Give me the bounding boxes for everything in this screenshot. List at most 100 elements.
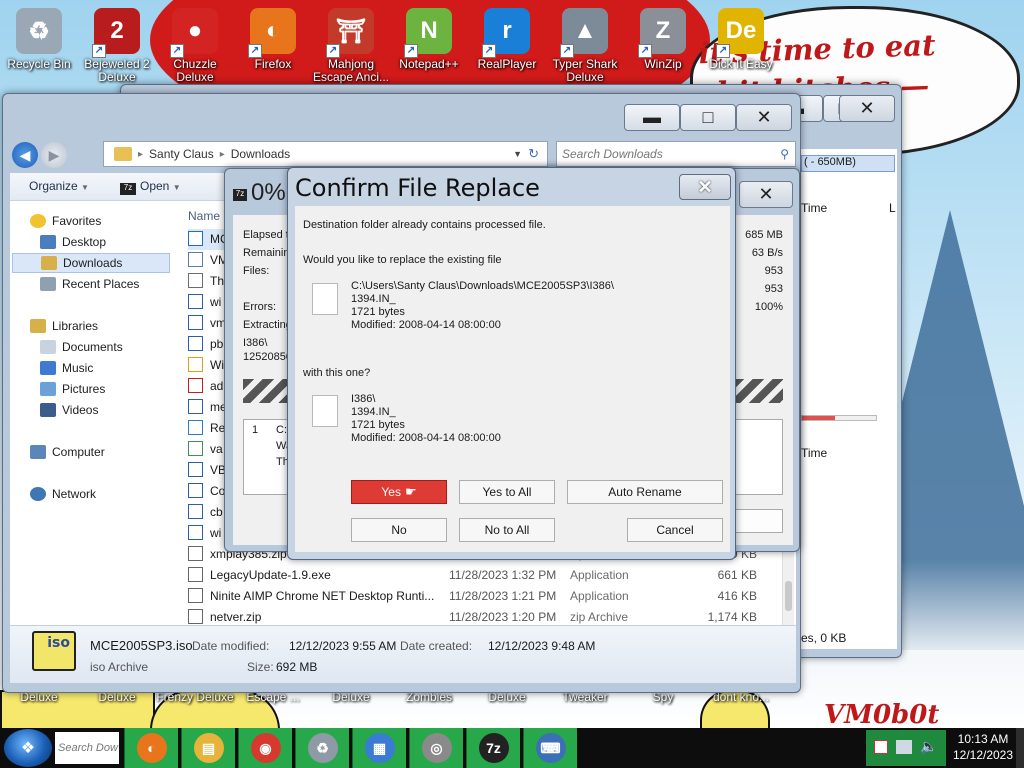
clock-date: 12/12/2023 xyxy=(952,748,1014,762)
taskbar-app-button[interactable]: ♻ xyxy=(295,728,349,768)
system-tray: 🔈 xyxy=(866,730,946,766)
status-footer: es, 0 KB xyxy=(801,631,847,645)
clock[interactable]: 10:13 AM 12/12/2023 xyxy=(944,731,1022,763)
file-icon xyxy=(188,315,203,330)
taskbar-app-button[interactable]: ◎ xyxy=(409,728,463,768)
network-tray-icon[interactable] xyxy=(896,740,912,754)
yes-to-all-button[interactable]: Yes to All xyxy=(459,480,555,504)
search-icon[interactable]: ⚲ xyxy=(780,147,789,161)
cancel-button[interactable]: Cancel xyxy=(627,518,723,542)
close-button[interactable]: ✕ xyxy=(736,104,792,131)
address-bar[interactable]: ▸ Santy Claus ▸ Downloads ▼ ↻ xyxy=(103,141,548,167)
close-button[interactable]: ✕ xyxy=(839,95,895,122)
progress-label: Extracting xyxy=(243,319,292,331)
minimize-button[interactable]: ▬ xyxy=(624,104,680,131)
nav-desktop[interactable]: Desktop xyxy=(40,232,200,252)
file-name: LegacyUpdate-1.9.exe xyxy=(210,568,331,582)
nav-downloads[interactable]: Downloads xyxy=(12,253,170,273)
no-button[interactable]: No xyxy=(351,518,447,542)
desktop-shortcut[interactable]: ● ↗ Chuzzle Deluxe xyxy=(156,6,234,88)
desktop-shortcut[interactable]: 2 ↗ Bejeweled 2 Deluxe xyxy=(78,6,156,88)
taskbar-app-button[interactable]: ◐ xyxy=(124,728,178,768)
column-header-name[interactable]: Name xyxy=(188,209,220,223)
progress-percent: 0% xyxy=(251,179,286,206)
breadcrumb-santy-claus[interactable]: Santy Claus xyxy=(143,147,220,161)
action-center-icon[interactable] xyxy=(874,740,888,754)
dialog-question: Would you like to replace the existing f… xyxy=(303,254,502,266)
selected-file-type: iso Archive xyxy=(90,660,149,674)
desktop-shortcut-label: Notepad++ xyxy=(399,57,459,71)
search-input[interactable]: Search Downloads ⚲ xyxy=(556,141,796,167)
file-row[interactable]: MC xyxy=(188,229,229,250)
nav-music[interactable]: Music xyxy=(40,358,200,378)
file-icon xyxy=(188,399,203,414)
nav-computer[interactable]: Computer xyxy=(30,442,190,462)
desktop-shortcut[interactable]: N ↗ Notepad++ xyxy=(390,6,468,88)
auto-rename-button[interactable]: Auto Rename xyxy=(567,480,723,504)
progress-stripes-right xyxy=(733,379,783,403)
file-date: 11/28/2023 1:21 PM xyxy=(449,589,557,603)
back-button[interactable]: ◀ xyxy=(12,142,38,168)
incoming-file-modified: Modified: 2008-04-14 08:00:00 xyxy=(351,432,501,444)
taskbar-app-button[interactable]: ◉ xyxy=(238,728,292,768)
file-size: 416 KB xyxy=(717,589,757,603)
file-row[interactable]: Ninite AIMP Chrome NET Desktop Runti... 1… xyxy=(188,586,788,607)
taskbar-app-button[interactable]: ▤ xyxy=(181,728,235,768)
nav-documents[interactable]: Documents xyxy=(40,337,200,357)
file-row[interactable]: netver.zip 11/28/2023 1:20 PM zip Archive 1… xyxy=(188,607,788,625)
organize-button[interactable]: Organize ▼ xyxy=(29,179,89,193)
recycle-bin-icon: ♻ xyxy=(307,733,338,763)
close-icon: ✕ xyxy=(697,176,713,197)
desktop-shortcut[interactable]: ◐ ↗ Firefox xyxy=(234,6,312,88)
taskbar-app-button[interactable]: ▦ xyxy=(352,728,406,768)
nav-network[interactable]: Network xyxy=(30,484,190,504)
refresh-icon[interactable]: ↻ xyxy=(528,146,539,162)
nav-favorites[interactable]: Favorites xyxy=(30,211,190,231)
shortcut-arrow-icon: ↗ xyxy=(170,44,184,58)
show-desktop-button[interactable] xyxy=(1016,728,1024,768)
clock-time: 10:13 AM xyxy=(957,732,1009,746)
chevron-down-icon[interactable]: ▼ xyxy=(513,149,522,159)
desktop-shortcut[interactable]: ⛩ ↗ Mahjong Escape Anci... xyxy=(312,6,390,88)
firefox-icon: ◐ ↗ xyxy=(248,8,296,58)
file-name: va xyxy=(210,442,223,456)
nav-recent-places[interactable]: Recent Places xyxy=(40,274,200,294)
open-button[interactable]: 7z Open ▼ xyxy=(120,179,181,195)
taskbar-app-button[interactable]: 7z xyxy=(466,728,520,768)
desktop-shortcut[interactable]: ▲ ↗ Typer Shark Deluxe xyxy=(546,6,624,88)
file-date: 11/28/2023 1:32 PM xyxy=(449,568,557,582)
start-button[interactable]: ❖ xyxy=(4,729,52,767)
nav-libraries[interactable]: Libraries xyxy=(30,316,190,336)
forward-button[interactable]: ▶ xyxy=(41,142,67,168)
maximize-button[interactable]: □ xyxy=(680,104,736,131)
confirm-file-replace-dialog[interactable]: Confirm File Replace ✕ Destination folde… xyxy=(287,167,736,560)
7zip-icon: 7z xyxy=(120,183,136,195)
dialog-close-button[interactable]: ✕ xyxy=(679,174,731,200)
file-icon xyxy=(188,546,203,561)
7zip-icon: 7z xyxy=(478,733,509,763)
videos-icon xyxy=(40,403,56,417)
nav-videos[interactable]: Videos xyxy=(40,400,200,420)
desktop-shortcut[interactable]: Z ↗ WinZip xyxy=(624,6,702,88)
yes-button[interactable]: Yes ☛ xyxy=(351,480,447,504)
no-to-all-button[interactable]: No to All xyxy=(459,518,555,542)
column-l: L xyxy=(889,201,896,215)
nav-pictures[interactable]: Pictures xyxy=(40,379,200,399)
file-icon xyxy=(188,378,203,393)
breadcrumb-downloads[interactable]: Downloads xyxy=(225,147,296,161)
file-row[interactable]: LegacyUpdate-1.9.exe 11/28/2023 1:32 PM Ap… xyxy=(188,565,788,586)
scrollbar-thumb[interactable] xyxy=(785,581,792,611)
volume-icon[interactable]: 🔈 xyxy=(920,738,937,755)
desktop-shortcut-label: Recycle Bin xyxy=(7,57,71,71)
desktop-shortcut[interactable]: ♻ Recycle Bin xyxy=(0,6,78,88)
taskbar-app-button[interactable]: ⌨ xyxy=(523,728,577,768)
7zip-button[interactable] xyxy=(729,509,783,533)
iso-file-icon: iso xyxy=(32,631,76,671)
taskbar-search-input[interactable]: Search Dow xyxy=(55,732,119,764)
desktop-shortcut-label: Dick It Easy xyxy=(709,57,773,71)
shortcut-arrow-icon: ↗ xyxy=(92,44,106,58)
firefox-icon: ◐ xyxy=(136,733,167,763)
desktop-shortcut[interactable]: r ↗ RealPlayer xyxy=(468,6,546,88)
desktop-shortcut[interactable]: De ↗ Dick It Easy xyxy=(702,6,780,88)
close-button[interactable]: ✕ xyxy=(739,181,793,208)
